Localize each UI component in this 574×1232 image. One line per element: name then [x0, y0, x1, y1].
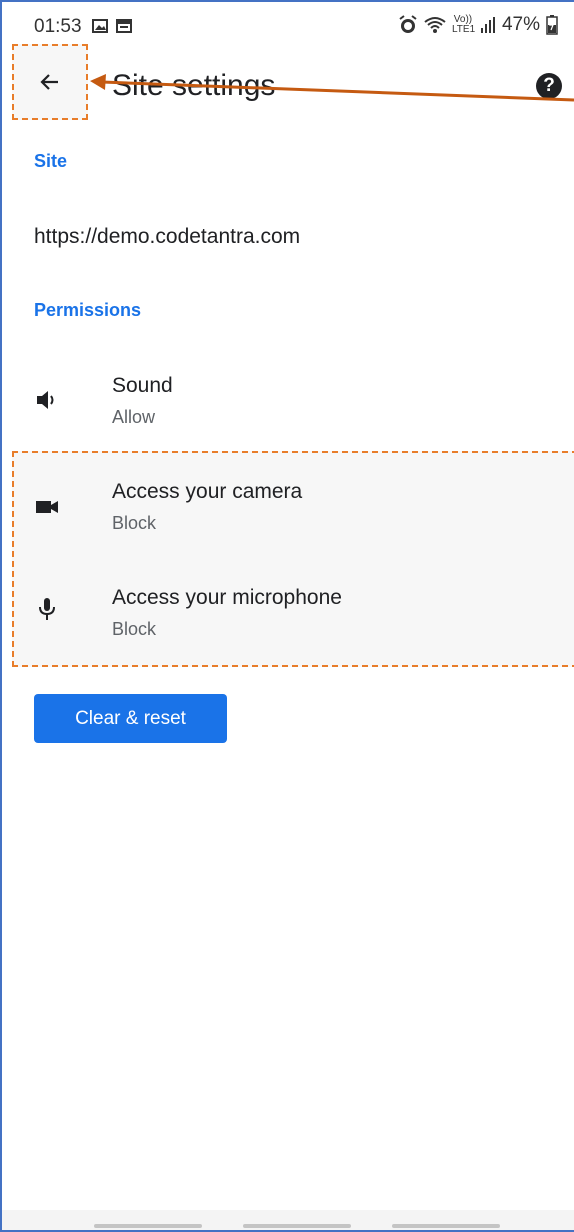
callout-arrow — [90, 74, 574, 102]
camera-icon — [36, 501, 58, 513]
speaker-icon — [37, 391, 54, 409]
permission-microphone[interactable]: Access your microphone Block — [0, 562, 574, 666]
permission-title: Access your microphone — [112, 586, 342, 609]
nav-home-button[interactable] — [243, 1224, 351, 1228]
clear-reset-button[interactable]: Clear & reset — [34, 694, 227, 743]
permission-sound[interactable]: Sound Allow — [0, 350, 574, 454]
site-url: https://demo.codetantra.com — [34, 225, 301, 248]
nav-back-button[interactable] — [392, 1224, 500, 1228]
nav-recents-button[interactable] — [94, 1224, 202, 1228]
permission-camera[interactable]: Access your camera Block — [0, 456, 574, 560]
section-header-permissions: Permissions — [34, 300, 142, 320]
permission-title: Access your camera — [112, 480, 303, 503]
section-header-site: Site — [34, 151, 68, 171]
permission-status: Block — [112, 619, 157, 639]
permission-status: Allow — [112, 407, 156, 427]
permission-title: Sound — [112, 374, 173, 397]
microphone-icon — [39, 598, 55, 620]
permission-status: Block — [112, 513, 157, 533]
system-nav-bar — [0, 1210, 574, 1232]
